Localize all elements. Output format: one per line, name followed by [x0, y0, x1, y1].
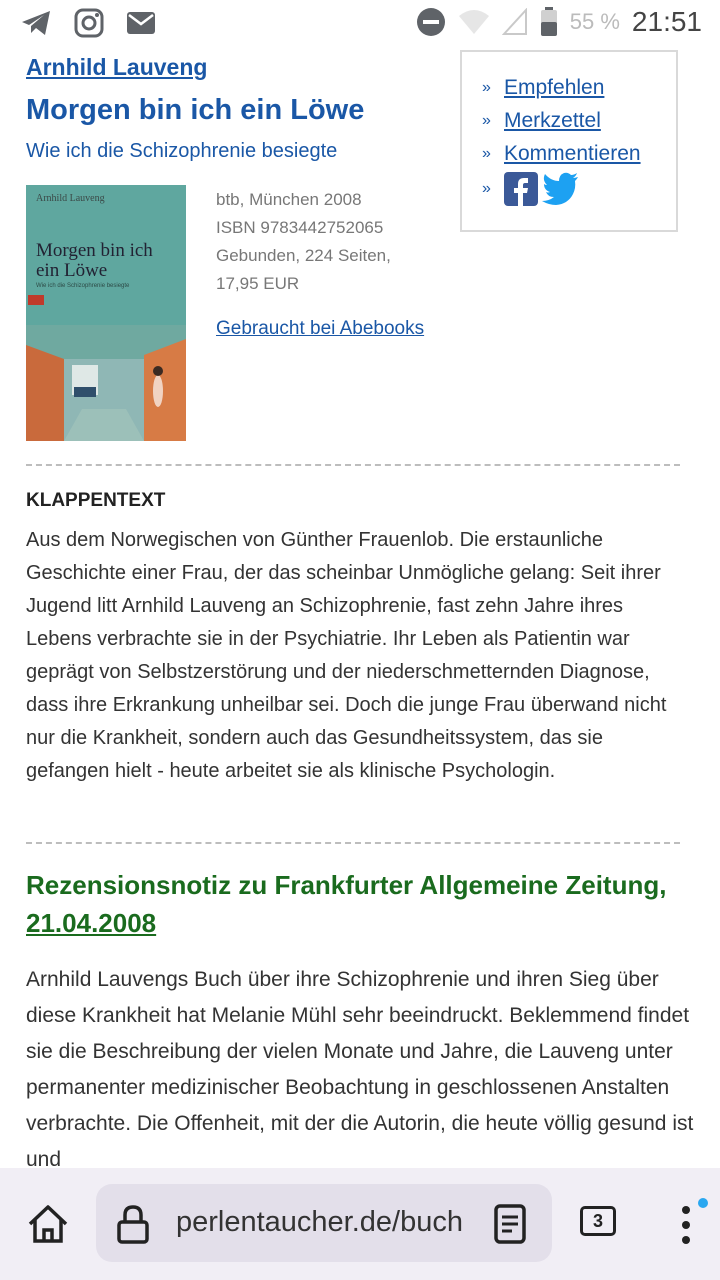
divider: [26, 464, 680, 466]
page-content[interactable]: Arnhild Lauveng Morgen bin ich ein Löwe …: [0, 48, 720, 1168]
cover-subtitle: Wie ich die Schizophrenie besiegte: [36, 283, 130, 289]
cover-author: Arnhild Lauveng: [36, 193, 105, 204]
abebooks-link[interactable]: Gebraucht bei Abebooks: [216, 318, 424, 340]
mail-icon: [127, 12, 155, 34]
author-link[interactable]: Arnhild Lauveng: [26, 54, 207, 81]
clock: 21:51: [631, 6, 702, 37]
overflow-menu-icon[interactable]: [680, 1202, 692, 1248]
recommend-link[interactable]: Empfehlen: [504, 76, 604, 100]
battery-percent: 55 %: [569, 9, 620, 34]
format-pages: Gebunden, 224 Seiten,: [216, 246, 391, 265]
double-chevron-icon: »: [482, 180, 491, 197]
facebook-icon[interactable]: [504, 172, 538, 206]
review-heading: Rezensionsnotiz zu Frankfurter Allgemein…: [26, 866, 696, 942]
telegram-icon: [22, 11, 50, 35]
publisher-info: btb, München 2008: [216, 190, 362, 209]
comment-link[interactable]: Kommentieren: [504, 142, 641, 166]
book-subtitle: Wie ich die Schizophrenie besiegte: [26, 140, 338, 162]
notification-badge: [698, 1198, 708, 1208]
review-text: Arnhild Lauvengs Buch über ihre Schizoph…: [26, 968, 694, 1168]
address-bar[interactable]: perlentaucher.de/buch: [96, 1184, 552, 1262]
cover-illustration: [26, 325, 186, 441]
actions-box: » Empfehlen » Merkzettel » Kommentieren …: [460, 50, 678, 232]
review-date-link[interactable]: 21.04.2008: [26, 908, 156, 938]
instagram-icon: [74, 8, 104, 38]
twitter-icon[interactable]: [542, 172, 580, 206]
blurb-heading: KLAPPENTEXT: [26, 490, 166, 511]
book-cover-image[interactable]: Arnhild Lauveng Morgen bin ich ein Löwe W…: [26, 185, 186, 441]
publisher-logo: [28, 295, 44, 305]
battery-icon: [540, 7, 557, 36]
book-meta: btb, München 2008 ISBN 9783442752065 Geb…: [216, 186, 391, 298]
action-recommend[interactable]: » Empfehlen: [482, 76, 604, 100]
action-share: »: [482, 172, 580, 206]
divider: [26, 842, 680, 844]
action-notepad[interactable]: » Merkzettel: [482, 109, 601, 133]
cover-title: Morgen bin ich ein Löwe: [36, 240, 153, 281]
double-chevron-icon: »: [482, 112, 491, 129]
price: 17,95 EUR: [216, 274, 300, 293]
wifi-icon: [458, 10, 489, 34]
blurb-text: Aus dem Norwegischen von Günther Frauenl…: [26, 529, 667, 782]
isbn: ISBN 9783442752065: [216, 218, 384, 237]
book-title: Morgen bin ich ein Löwe: [26, 94, 365, 126]
notepad-link[interactable]: Merkzettel: [504, 109, 601, 133]
double-chevron-icon: »: [482, 79, 491, 96]
double-chevron-icon: »: [482, 145, 491, 162]
action-comment[interactable]: » Kommentieren: [482, 142, 641, 166]
lock-icon[interactable]: [116, 1204, 150, 1244]
reader-mode-icon[interactable]: [494, 1204, 526, 1244]
browser-toolbar: perlentaucher.de/buch 3: [0, 1168, 720, 1280]
tab-count-button[interactable]: 3: [580, 1206, 616, 1236]
home-icon[interactable]: [26, 1202, 70, 1246]
do-not-disturb-icon: [416, 8, 445, 36]
review-source: Rezensionsnotiz zu Frankfurter Allgemein…: [26, 870, 667, 900]
url-text[interactable]: perlentaucher.de/buch: [176, 1206, 466, 1239]
signal-icon: [501, 8, 527, 35]
status-bar: 55 % 21:51: [0, 0, 720, 48]
